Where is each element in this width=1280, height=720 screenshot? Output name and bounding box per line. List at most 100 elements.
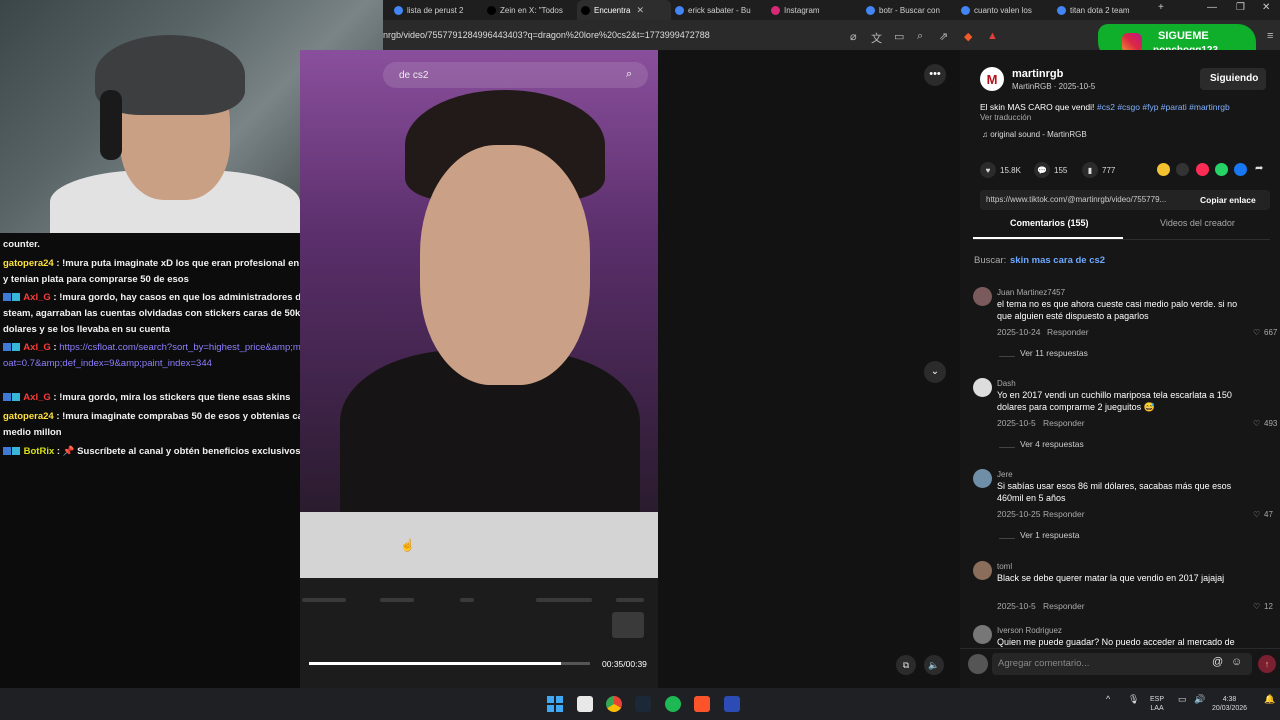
comment-username[interactable]: Dash bbox=[997, 379, 1016, 388]
brave-rewards-icon[interactable]: ▲ bbox=[987, 30, 998, 42]
reply-button[interactable]: Responder bbox=[1043, 601, 1085, 611]
send-icon[interactable] bbox=[1196, 163, 1209, 176]
comment-action[interactable]: 💬 155 bbox=[1034, 162, 1067, 178]
comment-text: el tema no es que ahora cueste casi medi… bbox=[997, 299, 1238, 321]
comment-avatar[interactable] bbox=[973, 287, 992, 306]
brave-shield-icon[interactable]: ◆ bbox=[964, 30, 972, 43]
other-app-icon[interactable] bbox=[724, 696, 740, 712]
browser-tab[interactable]: cuanto valen los bbox=[957, 0, 1053, 20]
steam-app-icon[interactable] bbox=[635, 696, 651, 712]
more-options-button[interactable]: ••• bbox=[924, 64, 946, 86]
volume-icon[interactable]: 🔊 bbox=[1194, 695, 1205, 704]
share-arrow-icon[interactable]: ➦ bbox=[1255, 163, 1263, 174]
heart-outline-icon: ♡ bbox=[1253, 602, 1261, 611]
search-icon[interactable]: ⌕ bbox=[626, 68, 632, 81]
translate-icon[interactable]: 文 bbox=[871, 30, 882, 46]
close-window-button[interactable]: ✕ bbox=[1262, 2, 1270, 13]
comment-avatar[interactable] bbox=[973, 469, 992, 488]
replies-divider bbox=[999, 538, 1015, 539]
save-action[interactable]: ▮ 777 bbox=[1082, 162, 1115, 178]
tray-chevron-icon[interactable]: ^ bbox=[1106, 695, 1110, 704]
embed-icon[interactable] bbox=[1176, 163, 1189, 176]
comment-username[interactable]: Juan Martinez7457 bbox=[997, 288, 1065, 297]
following-label[interactable]: Siguiendo bbox=[1210, 73, 1258, 84]
creator-username[interactable]: martinrgb bbox=[1012, 68, 1063, 80]
view-replies[interactable]: Ver 1 respuesta bbox=[1020, 530, 1080, 540]
chat-message: Axl_G : !mura gordo, mira los stickers q… bbox=[3, 390, 325, 406]
zoom-icon[interactable]: ⌕ bbox=[917, 30, 923, 43]
whatsapp-icon[interactable] bbox=[1215, 163, 1228, 176]
reply-button[interactable]: Responder bbox=[1043, 509, 1085, 519]
video-link[interactable]: https://www.tiktok.com/@martinrgb/video/… bbox=[986, 195, 1166, 204]
tab-creator-videos[interactable]: Videos del creador bbox=[1160, 218, 1235, 228]
view-replies[interactable]: Ver 11 respuestas bbox=[1020, 348, 1088, 358]
chat-message: BotRix : 📌 Suscríbete al canal y obtén b… bbox=[3, 444, 325, 460]
browser-tab[interactable]: titan dota 2 team bbox=[1053, 0, 1143, 20]
new-tab-button[interactable]: + bbox=[1158, 2, 1164, 13]
brave-app-icon[interactable] bbox=[694, 696, 710, 712]
chat-username[interactable]: Axl_G bbox=[23, 342, 50, 353]
menu-icon[interactable]: ≡ bbox=[1267, 30, 1273, 42]
close-tab-icon[interactable]: ✕ bbox=[636, 5, 644, 16]
url-text[interactable]: nrgb/video/7557791284996443403?q=dragon%… bbox=[383, 30, 710, 40]
view-replies[interactable]: Ver 4 respuestas bbox=[1020, 439, 1084, 449]
video-player[interactable]: ^^^ bbox=[300, 50, 658, 512]
comment-input-placeholder[interactable]: Agregar comentario... bbox=[998, 658, 1089, 669]
chat-username[interactable]: gatopera24 bbox=[3, 258, 54, 269]
related-search-link[interactable]: skin mas cara de cs2 bbox=[1010, 255, 1105, 266]
sound-info[interactable]: ♫ original sound - MartinRGB bbox=[982, 130, 1087, 139]
user-avatar bbox=[968, 654, 988, 674]
tab-comments[interactable]: Comentarios (155) bbox=[1010, 218, 1089, 228]
chat-text: : bbox=[53, 342, 57, 353]
chat-username[interactable]: Axl_G bbox=[23, 292, 50, 303]
pip-button[interactable]: ⧉ bbox=[896, 655, 916, 675]
browser-tab[interactable]: botr - Buscar con bbox=[862, 0, 957, 20]
like-action[interactable]: ♥ 15.8K bbox=[980, 162, 1021, 178]
screen-icon[interactable]: ▭ bbox=[894, 30, 904, 43]
chrome-app-icon[interactable] bbox=[606, 696, 622, 712]
notification-icon[interactable]: 🔔 bbox=[1264, 695, 1275, 704]
video-search-text[interactable]: de cs2 bbox=[399, 70, 428, 81]
minimize-button[interactable]: — bbox=[1207, 2, 1217, 13]
chat-username[interactable]: Axl_G bbox=[23, 392, 50, 403]
comment-avatar[interactable] bbox=[973, 378, 992, 397]
volume-button[interactable]: 🔈 bbox=[924, 655, 944, 675]
browser-tab[interactable]: Encuentra ✕ bbox=[577, 0, 671, 20]
comment-avatar[interactable] bbox=[973, 561, 992, 580]
creator-avatar[interactable]: M bbox=[980, 67, 1004, 91]
comment-username[interactable]: Iverson Rodriguez bbox=[997, 626, 1062, 635]
share-page-icon[interactable]: ⇗ bbox=[939, 30, 948, 43]
browser-tab[interactable]: lista de perust 2 bbox=[390, 0, 483, 20]
chat-username[interactable]: gatopera24 bbox=[3, 411, 54, 422]
notepad-app-icon[interactable] bbox=[577, 696, 593, 712]
chat-link[interactable]: https://csfloat.com/search?sort_by=highe… bbox=[3, 342, 321, 369]
send-comment-button[interactable]: ↑ bbox=[1258, 655, 1276, 673]
browser-tab[interactable]: erick sabater - Bu bbox=[671, 0, 767, 20]
chat-username[interactable]: BotRix bbox=[24, 446, 55, 457]
network-icon[interactable]: ▭ bbox=[1178, 695, 1187, 704]
next-video-button[interactable]: ⌄ bbox=[924, 361, 946, 383]
language-indicator[interactable]: ESP LAA bbox=[1150, 695, 1164, 713]
comment-username[interactable]: toml bbox=[997, 562, 1012, 571]
reply-button[interactable]: Responder bbox=[1043, 418, 1085, 428]
clock[interactable]: 4:38 20/03/2026 bbox=[1212, 695, 1247, 713]
mic-icon[interactable]: 🎙 bbox=[1128, 695, 1139, 704]
x-icon bbox=[487, 5, 496, 15]
browser-tab[interactable]: Zein en X: "Todos bbox=[483, 0, 577, 20]
browser-tab[interactable]: Instagram bbox=[767, 0, 862, 20]
mention-icon[interactable]: @ bbox=[1212, 656, 1223, 668]
comment-username[interactable]: Jere bbox=[997, 470, 1013, 479]
spotify-app-icon[interactable] bbox=[665, 696, 681, 712]
reply-button[interactable]: Responder bbox=[1047, 327, 1089, 337]
see-translation[interactable]: Ver traducción bbox=[980, 113, 1031, 122]
copy-link-button[interactable]: Copiar enlace bbox=[1200, 195, 1256, 205]
emoji-icon[interactable]: ☺ bbox=[1231, 656, 1242, 668]
camera-off-icon[interactable]: ⌀ bbox=[850, 30, 857, 43]
coin-icon[interactable] bbox=[1157, 163, 1170, 176]
windows-start-icon[interactable] bbox=[547, 696, 563, 712]
facebook-icon[interactable] bbox=[1234, 163, 1247, 176]
hashtags[interactable]: #cs2 #csgo #fyp #parati #martinrgb bbox=[1097, 102, 1230, 112]
maximize-button[interactable]: ❐ bbox=[1236, 2, 1245, 13]
comment-date: 2025-10-5 bbox=[997, 601, 1036, 611]
comment-avatar[interactable] bbox=[973, 625, 992, 644]
